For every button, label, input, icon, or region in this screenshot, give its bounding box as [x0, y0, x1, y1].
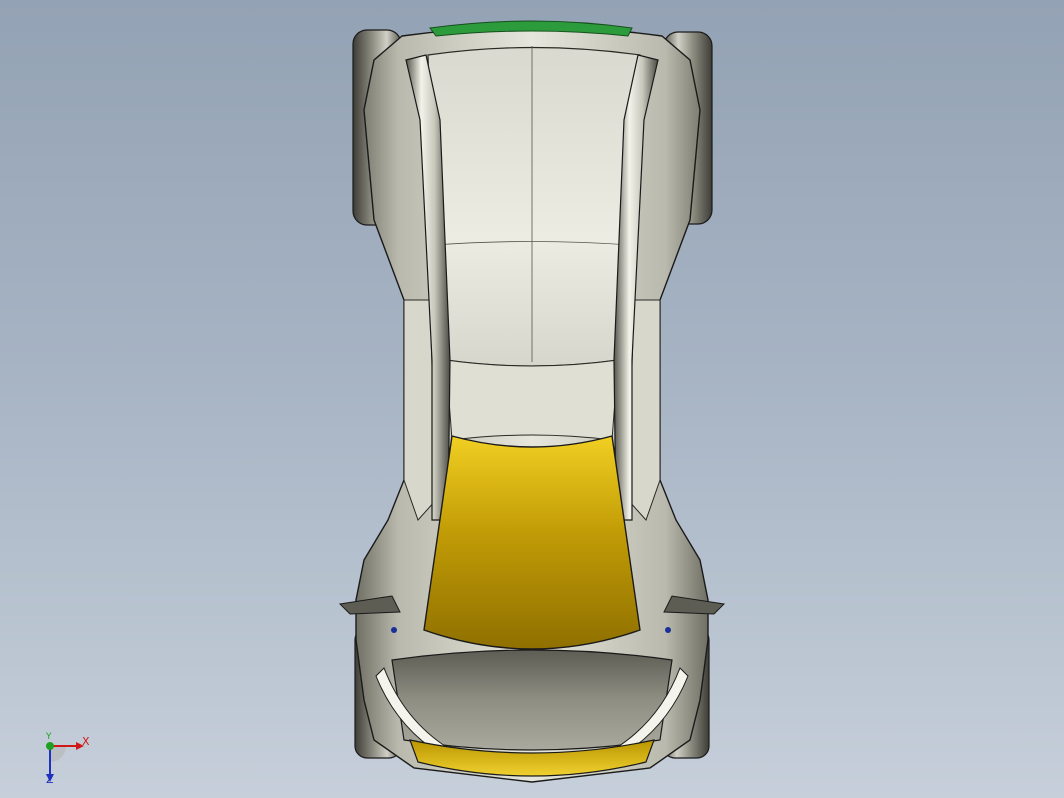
right-marker [665, 627, 671, 633]
orientation-triad[interactable]: X Y Z [36, 730, 100, 790]
axis-y-label: Y [46, 732, 52, 742]
windshield[interactable] [423, 435, 641, 650]
graphics-viewport[interactable]: X Y Z [0, 0, 1064, 798]
cowl-panel [445, 359, 619, 441]
axis-z-label: Z [46, 773, 54, 786]
left-marker [391, 627, 397, 633]
roof-panel[interactable] [427, 46, 641, 367]
axis-x-label: X [82, 735, 90, 748]
front-hood[interactable] [391, 649, 673, 751]
car-model[interactable] [0, 0, 1064, 798]
